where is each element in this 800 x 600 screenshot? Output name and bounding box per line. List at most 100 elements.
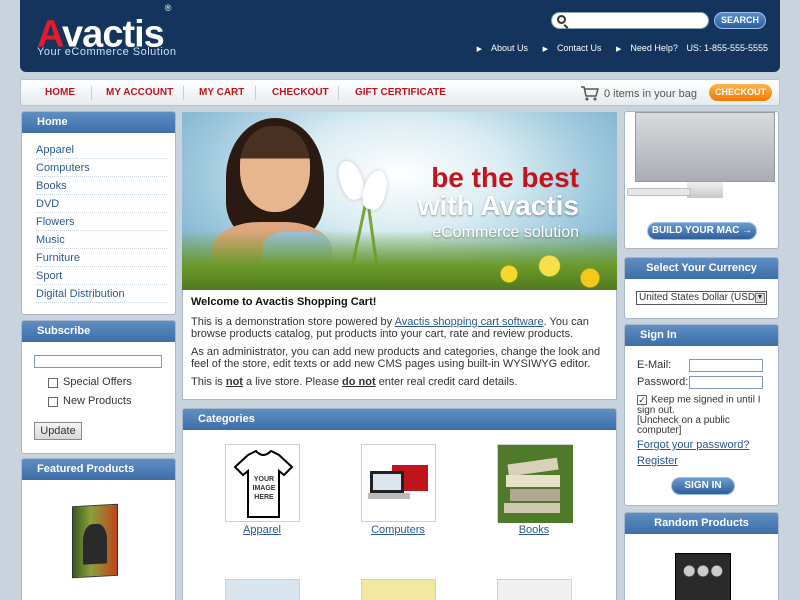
new-products-checkbox[interactable] [48,397,58,407]
special-offers-label: Special Offers [63,376,132,388]
nav-gift-certificate[interactable]: GIFT CERTIFICATE [355,87,446,98]
nav-my-cart[interactable]: MY CART [199,87,244,98]
keyboard-image [627,188,691,196]
category-link-apparel[interactable]: Apparel [212,524,312,536]
category-thumb-flowers[interactable] [361,579,436,600]
category-furniture[interactable]: Furniture [36,249,167,267]
banner-tagline: eCommerce solution [432,224,579,241]
special-offers-checkbox[interactable] [48,378,58,388]
categories-box: Categories YOUR IMAGE HERE Apparel Compu… [182,408,617,600]
arrow-right-icon: ▶ [616,46,622,53]
hero-banner[interactable]: be the best with Avactis eCommerce solut… [182,112,617,290]
featured-products-title: Featured Products [22,459,175,480]
keep-signed-in-checkbox[interactable]: ✓ [637,395,647,405]
nav-divider [255,86,256,100]
category-music[interactable]: Music [36,231,167,249]
password-label: Password: [637,376,689,388]
search-button[interactable]: SEARCH [714,12,766,29]
banner-subheadline: with Avactis [417,190,579,221]
subscribe-email-input[interactable] [34,355,162,368]
nav-checkout[interactable]: CHECKOUT [272,87,329,98]
cart-icon[interactable] [580,85,600,101]
welcome-title: Welcome to Avactis Shopping Cart! [191,296,377,308]
build-your-mac-button[interactable]: BUILD YOUR MAC → [647,222,757,240]
category-thumb-music[interactable] [497,579,572,600]
laptop-icon [368,465,428,499]
top-links: ▶ About Us ▶ Contact Us ▶ Need Help? US: 1-… [465,43,768,53]
avactis-software-link[interactable]: Avactis shopping cart software [395,316,544,328]
main-nav: HOME MY ACCOUNT MY CART CHECKOUT GIFT CE… [20,79,780,106]
register-link[interactable]: Register [637,455,678,467]
category-sport[interactable]: Sport [36,267,167,285]
category-dvd[interactable]: DVD [36,195,167,213]
your-image-here-label: YOUR IMAGE HERE [252,476,276,501]
category-digital-distribution[interactable]: Digital Distribution [36,285,167,303]
need-help-link[interactable]: ▶ Need Help? [610,43,678,53]
nav-divider [91,86,92,100]
category-list: Apparel Computers Books DVD Flowers Musi… [22,133,175,303]
search-input[interactable] [570,14,704,27]
password-field[interactable] [689,376,763,389]
nav-my-account[interactable]: MY ACCOUNT [106,87,173,98]
category-thumb-dvd[interactable] [225,579,300,600]
category-thumb-books[interactable] [497,444,573,523]
banner-flowers [482,250,617,290]
currency-select[interactable]: United States Dollar (USD) ▼ [636,291,767,305]
welcome-paragraph-1: This is a demonstration store powered by… [191,316,589,340]
featured-products-box: Featured Products [21,458,176,600]
subscribe-title: Subscribe [22,321,175,342]
signin-box: Sign In E-Mail: Password: ✓ Keep me signe… [624,324,779,506]
category-apparel[interactable]: Apparel [36,141,167,159]
contact-us-link[interactable]: ▶ Contact Us [537,43,602,53]
arrow-right-icon: ▶ [476,46,483,53]
category-thumb-apparel[interactable]: YOUR IMAGE HERE [225,444,300,522]
random-product-image[interactable] [675,553,731,600]
chevron-down-icon: ▼ [755,293,765,303]
currency-box: Select Your Currency United States Dolla… [624,257,779,319]
category-books[interactable]: Books [36,177,167,195]
update-button[interactable]: Update [34,422,82,440]
category-link-books[interactable]: Books [484,524,584,536]
home-box-title: Home [22,112,175,133]
random-products-title: Random Products [625,513,778,534]
lily-flower-icon [359,167,391,213]
cart-status[interactable]: 0 items in your bag [604,88,697,100]
keep-signed-in-label: Keep me signed in until I sign out. [637,394,761,416]
phone-number: US: 1-855-555-5555 [686,43,768,53]
email-label: E-Mail: [637,359,672,371]
forgot-password-link[interactable]: Forgot your password? [637,439,750,451]
random-products-box: Random Products [624,512,779,600]
category-thumb-computers[interactable] [361,444,436,522]
search-box [551,12,709,29]
currency-title: Select Your Currency [625,258,778,279]
imac-stand [687,182,723,198]
email-field[interactable] [689,359,763,372]
category-flowers[interactable]: Flowers [36,213,167,231]
welcome-paragraph-3: This is not a live store. Please do not … [191,376,518,388]
arrow-right-icon: ▶ [542,46,548,53]
signin-button[interactable]: SIGN IN [671,477,735,495]
nav-divider [338,86,339,100]
featured-product-image[interactable] [72,503,118,579]
about-us-link[interactable]: ▶ About Us [471,43,528,53]
keep-signed-in-text: ✓ Keep me signed in until I sign out. [Un… [637,395,775,436]
welcome-paragraph-2: As an administrator, you can add new pro… [191,346,601,370]
subscribe-box: Subscribe Special Offers New Products Up… [21,320,176,454]
uncheck-note: [Uncheck on a public computer] [637,414,730,436]
imac-image[interactable] [635,112,775,182]
checkout-button[interactable]: CHECKOUT [709,84,772,101]
currency-selected-value: United States Dollar (USD) [639,292,759,303]
new-products-label: New Products [63,395,132,407]
mac-promo-box: BUILD YOUR MAC → [624,111,779,249]
search-icon [557,15,566,24]
nav-home[interactable]: HOME [45,87,75,98]
category-link-computers[interactable]: Computers [348,524,448,536]
signin-title: Sign In [625,325,778,346]
categories-title: Categories [183,409,616,430]
tagline: Your eCommerce Solution [37,46,177,58]
home-categories-box: Home Apparel Computers Books DVD Flowers… [21,111,176,315]
site-header: Avactis® Your eCommerce Solution SEARCH … [20,0,780,72]
banner-woman-face [240,126,310,212]
category-computers[interactable]: Computers [36,159,167,177]
books-icon [498,445,573,523]
